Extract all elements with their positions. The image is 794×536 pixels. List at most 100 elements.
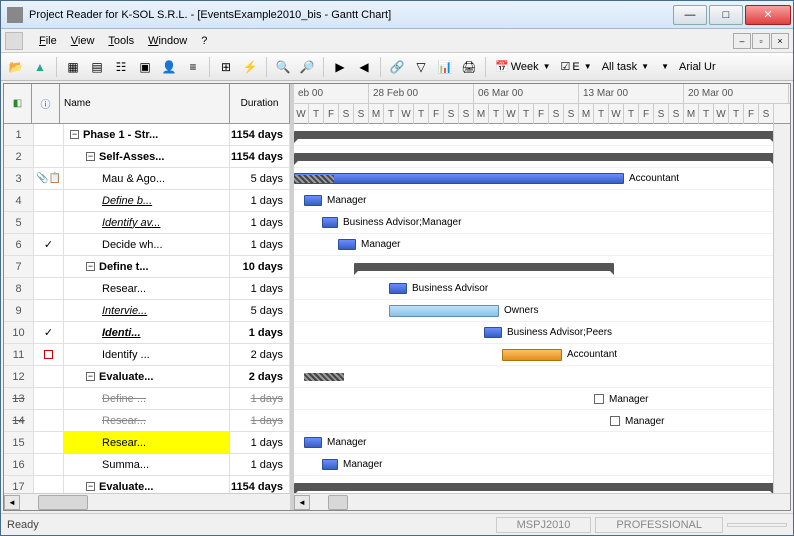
table-icon[interactable]: ⊞ xyxy=(215,56,237,78)
menu-window[interactable]: Window xyxy=(142,33,193,49)
gantt-bar[interactable] xyxy=(294,131,774,139)
table-row[interactable]: 6✓Decide wh...1 days xyxy=(4,234,290,256)
unknown-combo[interactable]: ▼ xyxy=(655,62,673,71)
outline-toggle[interactable]: − xyxy=(70,130,79,139)
table-row[interactable]: 9Intervie...5 days xyxy=(4,300,290,322)
week-combo[interactable]: 📅Week▼ xyxy=(491,60,555,73)
gantt-vscroll[interactable] xyxy=(773,124,790,493)
gantt-bar[interactable]: Manager xyxy=(594,394,604,404)
gantt-body[interactable]: AccountantManagerBusiness Advisor;Manage… xyxy=(294,124,790,493)
row-name[interactable]: Resear... xyxy=(64,278,230,299)
table-row[interactable]: 16Summa...1 days xyxy=(4,454,290,476)
table-row[interactable]: 8Resear...1 days xyxy=(4,278,290,300)
drive-icon[interactable]: ▲ xyxy=(29,56,51,78)
row-name[interactable]: Define ... xyxy=(64,388,230,409)
gantt-bar[interactable]: Manager xyxy=(304,437,322,448)
gantt-hscroll[interactable]: ◄ xyxy=(294,493,790,510)
row-name[interactable]: Decide wh... xyxy=(64,234,230,255)
open-icon[interactable]: 📂 xyxy=(5,56,27,78)
row-name[interactable]: Identi... xyxy=(64,322,230,343)
row-name[interactable]: Define b... xyxy=(64,190,230,211)
row-name[interactable]: Intervie... xyxy=(64,300,230,321)
gantt-bar[interactable]: Business Advisor;Peers xyxy=(484,327,502,338)
expand-all-icon[interactable]: ◧ xyxy=(4,84,32,123)
row-name[interactable]: −Define t... xyxy=(64,256,230,277)
menu-tools[interactable]: Tools xyxy=(102,33,140,49)
menu-help[interactable]: ? xyxy=(195,33,213,49)
mdi-minimize[interactable]: – xyxy=(733,33,751,49)
table-row[interactable]: 3📎📋Mau & Ago...5 days xyxy=(4,168,290,190)
resource-icon[interactable]: 👤 xyxy=(158,56,180,78)
outline-toggle[interactable]: − xyxy=(86,482,95,491)
outline-toggle[interactable]: − xyxy=(86,152,95,161)
gantt-bar[interactable]: Owners xyxy=(389,305,499,317)
zoom-in-icon[interactable]: 🔍 xyxy=(272,56,294,78)
row-name[interactable]: Summa... xyxy=(64,454,230,475)
outline-toggle[interactable]: − xyxy=(86,262,95,271)
filter-icon[interactable]: ▽ xyxy=(410,56,432,78)
goto1-icon[interactable]: ▶ xyxy=(329,56,351,78)
gantt-bar[interactable]: Manager xyxy=(322,459,338,470)
e-combo[interactable]: ☑E▼ xyxy=(557,60,596,73)
maximize-button[interactable]: □ xyxy=(709,5,743,25)
menu-view[interactable]: View xyxy=(65,33,101,49)
menu-file[interactable]: File xyxy=(33,33,63,49)
row-name[interactable]: Resear... xyxy=(64,432,230,453)
mdi-close[interactable]: × xyxy=(771,33,789,49)
row-name[interactable]: Identify av... xyxy=(64,212,230,233)
table-row[interactable]: 14Resear...1 days xyxy=(4,410,290,432)
goto2-icon[interactable]: ◀ xyxy=(353,56,375,78)
close-button[interactable]: ✕ xyxy=(745,5,791,25)
gantt-bar[interactable]: Manager xyxy=(610,416,620,426)
gantt-bar[interactable]: Accountant xyxy=(294,173,624,184)
titlebar[interactable]: Project Reader for K-SOL S.R.L. - [Event… xyxy=(1,1,793,29)
row-name[interactable]: Mau & Ago... xyxy=(64,168,230,189)
row-name[interactable]: Resear... xyxy=(64,410,230,431)
row-name[interactable]: −Self-Asses... xyxy=(64,146,230,167)
gantt-bar[interactable]: Manager xyxy=(338,239,356,250)
print-icon[interactable]: 🖨 xyxy=(458,56,480,78)
gantt-bar[interactable] xyxy=(354,263,614,271)
gantt-bar[interactable] xyxy=(304,373,344,381)
grid-hscroll[interactable]: ◄ xyxy=(4,493,290,510)
zoom-out-icon[interactable]: 🔎 xyxy=(296,56,318,78)
table-row[interactable]: 17−Evaluate...1154 days xyxy=(4,476,290,493)
view4-icon[interactable]: ▣ xyxy=(134,56,156,78)
table-row[interactable]: 2−Self-Asses...1154 days xyxy=(4,146,290,168)
view1-icon[interactable]: ▦ xyxy=(62,56,84,78)
table-row[interactable]: 1−Phase 1 - Str...1154 days xyxy=(4,124,290,146)
chart-icon[interactable]: 📊 xyxy=(434,56,456,78)
row-name[interactable]: −Phase 1 - Str... xyxy=(64,124,230,145)
row-name[interactable]: −Evaluate... xyxy=(64,366,230,387)
font-combo[interactable]: Arial Ur xyxy=(675,61,720,73)
col-duration-header[interactable]: Duration xyxy=(230,84,290,123)
row-name[interactable]: Identify ... xyxy=(64,344,230,365)
table-row[interactable]: 10✓Identi...1 days xyxy=(4,322,290,344)
outline-toggle[interactable]: − xyxy=(86,372,95,381)
bolt-icon[interactable]: ⚡ xyxy=(239,56,261,78)
gantt-bar[interactable]: Manager xyxy=(304,195,322,206)
col-name-header[interactable]: Name xyxy=(60,84,230,123)
gantt-bar[interactable] xyxy=(294,153,774,161)
mdi-restore[interactable]: ▫ xyxy=(752,33,770,49)
table-row[interactable]: 5Identify av...1 days xyxy=(4,212,290,234)
minimize-button[interactable]: — xyxy=(673,5,707,25)
system-menu-icon[interactable] xyxy=(5,32,23,50)
gantt-bar[interactable] xyxy=(294,483,774,491)
table-row[interactable]: 12−Evaluate...2 days xyxy=(4,366,290,388)
gantt-bar[interactable] xyxy=(294,175,334,183)
table-row[interactable]: 4Define b...1 days xyxy=(4,190,290,212)
list-icon[interactable]: ≡ xyxy=(182,56,204,78)
table-row[interactable]: 13Define ...1 days xyxy=(4,388,290,410)
view3-icon[interactable]: ☷ xyxy=(110,56,132,78)
table-row[interactable]: 15Resear...1 days xyxy=(4,432,290,454)
info-header-icon[interactable]: ⓘ xyxy=(32,84,60,123)
view2-icon[interactable]: ▤ xyxy=(86,56,108,78)
table-row[interactable]: 7−Define t...10 days xyxy=(4,256,290,278)
gantt-bar[interactable]: Accountant xyxy=(502,349,562,361)
gantt-bar[interactable]: Business Advisor;Manager xyxy=(322,217,338,228)
table-row[interactable]: 11Identify ...2 days xyxy=(4,344,290,366)
link-icon[interactable]: 🔗 xyxy=(386,56,408,78)
gantt-bar[interactable]: Business Advisor xyxy=(389,283,407,294)
alltask-combo[interactable]: All task▼ xyxy=(598,61,653,73)
